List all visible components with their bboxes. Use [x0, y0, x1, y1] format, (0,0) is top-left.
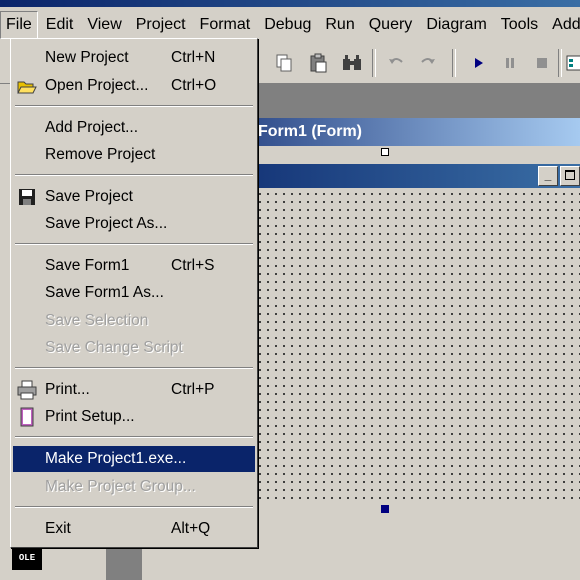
menu-item-open-project[interactable]: Open Project... Ctrl+O — [13, 73, 255, 99]
menu-addins[interactable]: Add- — [546, 12, 580, 38]
menu-item-label: Save Form1 — [45, 257, 130, 274]
menu-file[interactable]: File — [0, 11, 38, 39]
menu-debug[interactable]: Debug — [258, 12, 317, 38]
menu-item-save-change-script: Save Change Script — [13, 335, 255, 361]
ole-control-icon[interactable]: OLE — [12, 546, 42, 570]
menu-item-label: Make Project Group... — [45, 478, 196, 495]
menu-item-label: Save Project — [45, 188, 133, 205]
find-icon[interactable] — [340, 51, 364, 75]
menu-item-save-project[interactable]: Save Project — [13, 184, 255, 210]
stop-icon[interactable] — [530, 51, 554, 75]
menu-item-label: Open Project... — [45, 77, 149, 94]
run-icon[interactable] — [466, 51, 490, 75]
copy-icon[interactable] — [272, 51, 296, 75]
menu-item-make-exe[interactable]: Make Project1.exe... — [13, 446, 255, 472]
menu-item-label: Remove Project — [45, 146, 156, 163]
floppy-disk-icon — [17, 187, 37, 207]
menu-item-print-setup[interactable]: Print Setup... — [13, 404, 255, 430]
menu-separator — [15, 243, 253, 245]
menu-item-shortcut: Ctrl+P — [171, 381, 215, 398]
menu-item-save-form1-as[interactable]: Save Form1 As... — [13, 280, 255, 306]
menu-item-label: Save Selection — [45, 312, 149, 329]
menu-run[interactable]: Run — [319, 12, 360, 38]
menu-item-save-selection: Save Selection — [13, 308, 255, 334]
menu-item-shortcut: Alt+Q — [171, 520, 211, 537]
maximize-icon — [565, 170, 575, 180]
menu-format[interactable]: Format — [194, 12, 257, 38]
pause-icon[interactable] — [498, 51, 522, 75]
menu-item-shortcut: Ctrl+N — [171, 49, 216, 66]
menu-item-print[interactable]: Print... Ctrl+P — [13, 377, 255, 403]
menu-item-label: Save Project As... — [45, 215, 168, 232]
maximize-button[interactable] — [560, 166, 580, 186]
resize-handle-top[interactable] — [381, 148, 389, 156]
menu-item-label: Print... — [45, 381, 90, 398]
menu-separator — [15, 174, 253, 176]
paste-icon[interactable] — [306, 51, 330, 75]
menu-item-remove-project[interactable]: Remove Project — [13, 142, 255, 168]
menu-item-make-project-group: Make Project Group... — [13, 474, 255, 500]
menu-item-shortcut: Ctrl+O — [171, 77, 217, 94]
undo-icon[interactable] — [384, 51, 408, 75]
printer-icon — [17, 380, 37, 400]
menu-project[interactable]: Project — [130, 12, 192, 38]
menu-item-save-form1[interactable]: Save Form1 Ctrl+S — [13, 253, 255, 279]
form-designer-title: Form1 (Form) — [258, 123, 362, 140]
menu-view[interactable]: View — [81, 12, 127, 38]
menu-item-new-project[interactable]: New Project Ctrl+N — [13, 45, 255, 71]
app-title-bar — [0, 0, 580, 7]
minimize-button[interactable]: _ — [538, 166, 558, 186]
file-menu-dropdown: New Project Ctrl+N Open Project... Ctrl+… — [10, 38, 258, 548]
open-folder-icon — [17, 76, 37, 96]
project-explorer-icon[interactable] — [562, 51, 580, 75]
menu-separator — [15, 105, 253, 107]
menu-item-shortcut: Ctrl+S — [171, 257, 215, 274]
resize-handle-bottom[interactable] — [381, 505, 389, 513]
menu-item-save-project-as[interactable]: Save Project As... — [13, 211, 255, 237]
menu-tools[interactable]: Tools — [495, 12, 544, 38]
menu-item-label: Add Project... — [45, 119, 139, 136]
menu-edit[interactable]: Edit — [40, 12, 80, 38]
print-setup-icon — [17, 407, 37, 427]
menu-item-add-project[interactable]: Add Project... — [13, 115, 255, 141]
menu-item-label: Make Project1.exe... — [45, 450, 187, 467]
menu-item-label: Save Form1 As... — [45, 284, 164, 301]
menu-item-exit[interactable]: Exit Alt+Q — [13, 516, 255, 542]
menu-separator — [15, 367, 253, 369]
menu-diagram[interactable]: Diagram — [420, 12, 492, 38]
menu-separator — [15, 436, 253, 438]
menu-item-label: Save Change Script — [45, 339, 183, 356]
menu-query[interactable]: Query — [363, 12, 419, 38]
menu-separator — [15, 506, 253, 508]
redo-icon[interactable] — [416, 51, 440, 75]
menu-item-label: Print Setup... — [45, 408, 135, 425]
menu-item-label: Exit — [45, 520, 71, 537]
menu-item-label: New Project — [45, 49, 129, 66]
